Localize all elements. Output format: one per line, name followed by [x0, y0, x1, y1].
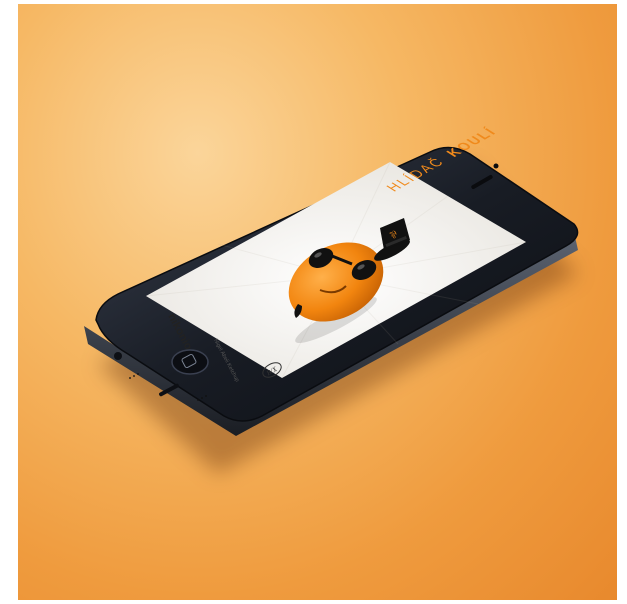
app-title-part2: KOULÍ: [442, 125, 500, 159]
front-camera-icon: [493, 163, 499, 169]
orange-background: HLÍDAČ KOULÍ ⅌ nikonio Nigel Abeli Ketch…: [18, 4, 617, 600]
headphone-jack: [114, 352, 122, 360]
iphone-mockup: HLÍDAČ KOULÍ ⅌ nikonio Nigel Abeli Ketch…: [18, 4, 617, 600]
home-button[interactable]: [171, 349, 209, 375]
